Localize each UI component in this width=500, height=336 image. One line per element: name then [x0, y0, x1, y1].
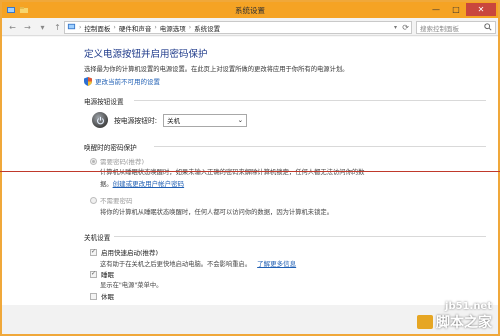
power-button-action-select[interactable]: 关机 ⌄: [163, 113, 248, 127]
recent-dropdown-icon[interactable]: ▾: [38, 21, 47, 33]
breadcrumb[interactable]: › 控制面板 › 硬件和声音 › 电源选项 › 系统设置 ▾ ⟳: [64, 21, 412, 34]
wake-password-section-title: 唤醒时的密码保护: [84, 144, 137, 152]
uac-shield-icon: [84, 76, 92, 86]
section-divider: [134, 100, 486, 101]
refresh-icon[interactable]: ⟳: [402, 23, 409, 32]
maximize-button[interactable]: □: [446, 3, 466, 16]
fast-startup-checkbox[interactable]: ✓: [90, 248, 97, 256]
chevron-down-icon: ⌄: [237, 116, 244, 124]
window-controls: — □ ✕: [426, 3, 496, 16]
breadcrumb-item[interactable]: 硬件和声音: [119, 23, 152, 33]
search-placeholder: 搜索控制面板: [420, 24, 459, 33]
change-settings-link[interactable]: 更改当前不可用的设置: [84, 76, 160, 86]
require-password-desc-prefix: 据。: [100, 181, 113, 188]
require-password-desc-line2: 据。创建或更改用户帐户密码: [100, 178, 184, 188]
back-arrow-icon[interactable]: ←: [8, 21, 17, 33]
section-divider: [154, 146, 486, 147]
fast-startup-desc-row: 这有助于在关机之后更快地启动电脑。不会影响重启。 了解更多信息: [100, 258, 296, 268]
sleep-label: 睡眠: [101, 271, 114, 279]
sleep-checkbox[interactable]: ✓: [90, 270, 97, 278]
breadcrumb-separator-icon: ›: [113, 24, 116, 31]
sleep-option[interactable]: ✓ 睡眠: [90, 269, 114, 279]
power-button-row: 按电源按钮时: 关机 ⌄: [92, 112, 248, 128]
forward-arrow-icon[interactable]: →: [23, 21, 32, 33]
address-dropdown-icon[interactable]: ▾: [394, 24, 397, 31]
learn-more-link[interactable]: 了解更多信息: [257, 260, 296, 268]
control-panel-small-icon: [67, 22, 76, 33]
no-password-option[interactable]: 不需要密码: [90, 195, 133, 205]
red-guide-line: [0, 171, 500, 172]
page-title: 定义电源按钮并启用密码保护: [84, 49, 208, 60]
sleep-desc: 显示在"电源"菜单中。: [100, 282, 163, 289]
fast-startup-option[interactable]: ✓ 启用快速启动(推荐): [90, 247, 158, 257]
breadcrumb-item[interactable]: 控制面板: [84, 23, 110, 33]
breadcrumb-separator-icon: ›: [188, 24, 192, 31]
power-button-section-title: 电源按钮设置: [84, 98, 124, 106]
hibernate-label: 休眠: [101, 293, 114, 301]
watermark-brand-row: 脚本之家: [417, 312, 492, 332]
hibernate-checkbox[interactable]: [90, 292, 97, 300]
page-description: 选择最为你的计算机设置的电源设置。在此页上对设置所做的更改将应用于你所有的电源计…: [84, 66, 349, 73]
breadcrumb-item[interactable]: 电源选项: [160, 23, 186, 33]
power-button-label: 按电源按钮时:: [114, 117, 158, 125]
section-divider: [114, 236, 486, 237]
breadcrumb-separator-icon: ›: [154, 24, 157, 31]
require-password-option[interactable]: 需要密码(推荐): [90, 156, 144, 166]
require-password-radio[interactable]: [90, 157, 97, 165]
fast-startup-desc: 这有助于在关机之后更快地启动电脑。不会影响重启。: [100, 261, 252, 268]
create-password-link[interactable]: 创建或更改用户帐户密码: [113, 180, 185, 188]
require-password-label: 需要密码(推荐): [100, 158, 145, 166]
watermark-site: jb51.net: [445, 301, 492, 312]
no-password-radio[interactable]: [90, 196, 97, 204]
watermark-logo-icon: [417, 315, 433, 329]
up-arrow-icon[interactable]: ↑: [53, 21, 62, 33]
hibernate-option[interactable]: 休眠: [90, 291, 114, 301]
no-password-label: 不需要密码: [100, 197, 133, 205]
watermark-brand: 脚本之家: [436, 315, 492, 331]
no-password-desc: 将你的计算机从睡眠状态唤醒时，任何人都可以访问你的数据，因为计算机未锁定。: [100, 209, 333, 216]
power-icon: [92, 112, 108, 128]
search-icon[interactable]: [484, 22, 492, 33]
breadcrumb-item[interactable]: 系统设置: [194, 23, 220, 33]
change-settings-label[interactable]: 更改当前不可用的设置: [95, 76, 160, 86]
shutdown-section-title: 关机设置: [84, 234, 111, 242]
nav-buttons: ← → ▾ ↑: [8, 21, 62, 33]
close-button[interactable]: ✕: [466, 3, 496, 16]
window-title: 系统设置: [235, 6, 265, 15]
selected-option: 关机: [167, 117, 181, 125]
watermark: jb51.net 脚本之家: [417, 301, 492, 332]
minimize-button[interactable]: —: [426, 3, 446, 16]
fast-startup-label: 启用快速启动(推荐): [101, 249, 159, 257]
title-bar: 系统设置 — □ ✕: [2, 2, 498, 18]
search-input[interactable]: 搜索控制面板: [416, 21, 496, 34]
address-bar: ← → ▾ ↑ › 控制面板 › 硬件和声音 › 电源选项 › 系统设置 ▾ ⟳…: [2, 18, 498, 36]
breadcrumb-separator-icon: ›: [79, 24, 82, 31]
